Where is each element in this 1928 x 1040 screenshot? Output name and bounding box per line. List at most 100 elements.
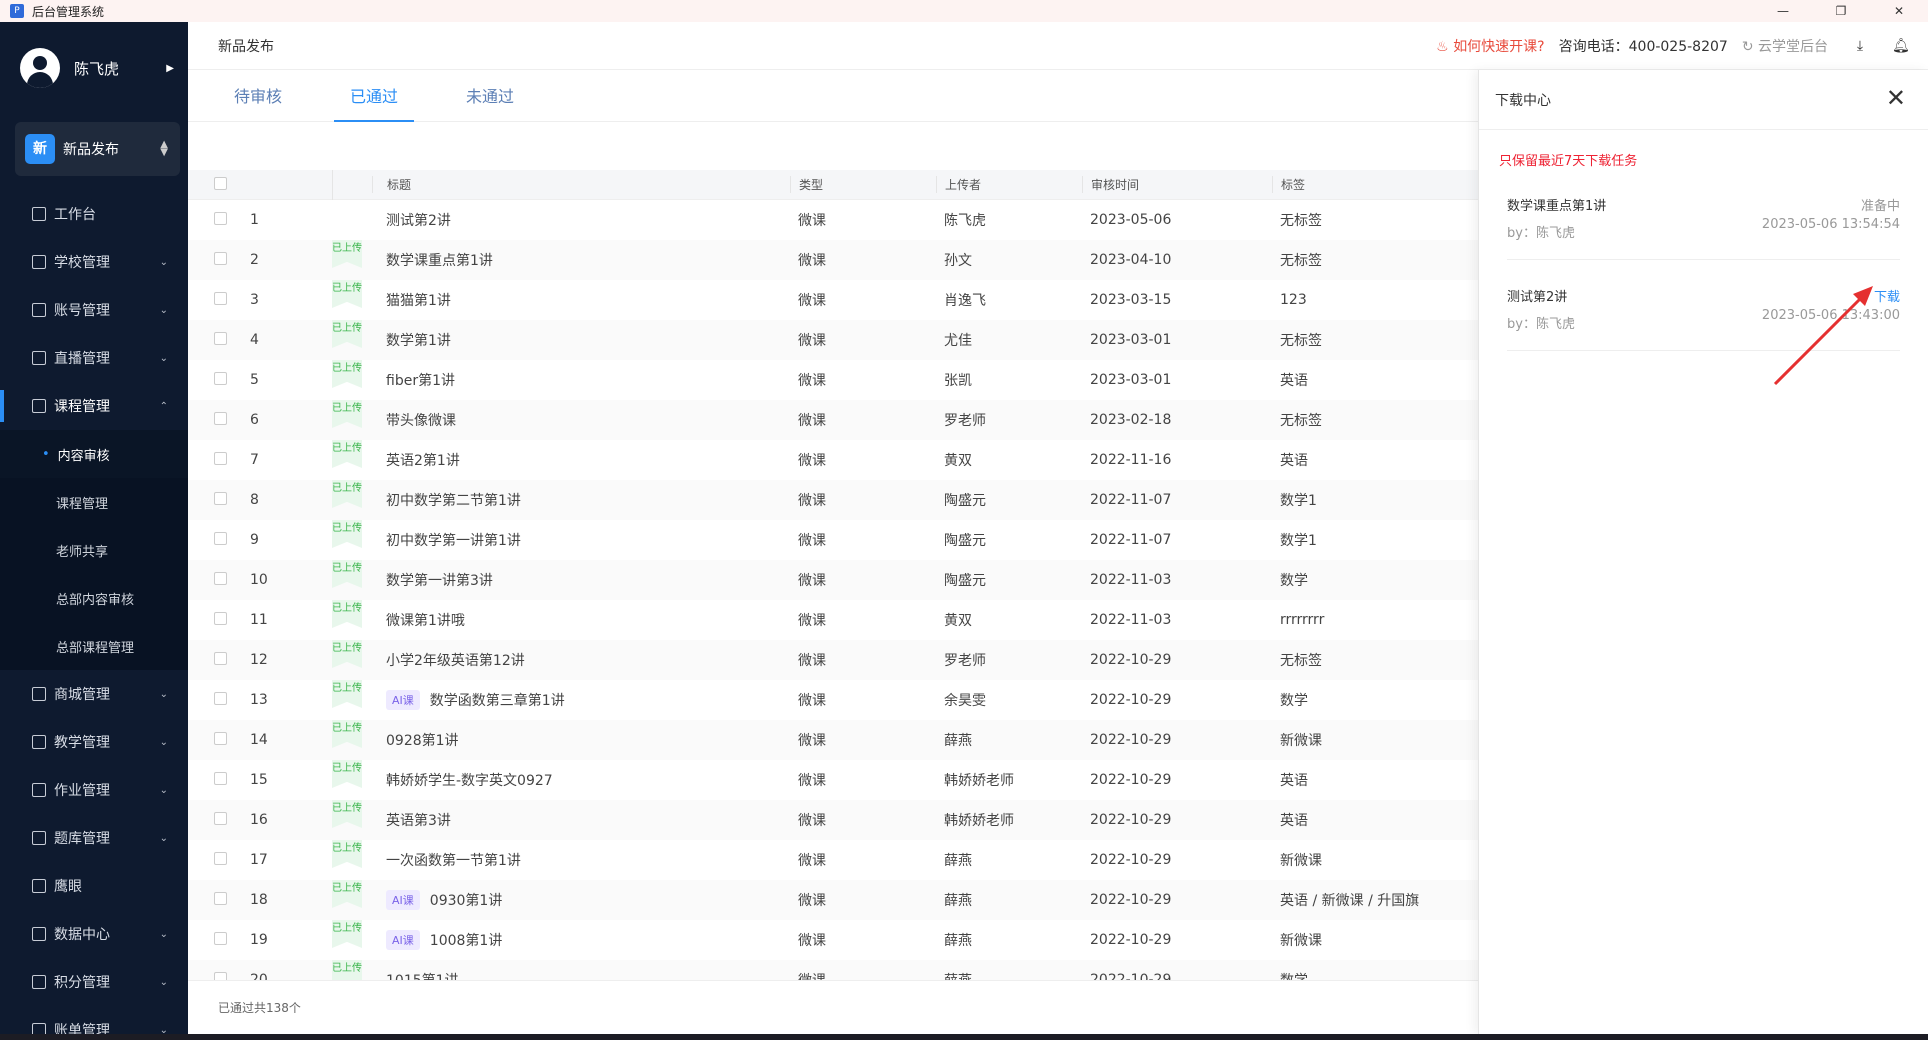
row-tags: 无标签 [1280, 413, 1322, 429]
table-row[interactable]: 20 已上传 1015第1讲 微课薛燕 2022-10-29 数学 [188, 960, 1478, 980]
tab-approved[interactable]: 已通过 [334, 83, 415, 122]
row-checkbox[interactable] [214, 451, 227, 465]
row-title-cell: 猫猫第1讲 [372, 290, 790, 310]
sidebar-item-live[interactable]: 直播管理 ⌄ [0, 334, 188, 382]
close-icon[interactable]: ✕ [1886, 86, 1906, 110]
row-checkbox[interactable] [214, 291, 227, 305]
help-link-label: 如何快速开课? [1453, 39, 1545, 55]
row-title[interactable]: 数学课重点第1讲 [386, 250, 493, 270]
row-checkbox[interactable] [214, 331, 227, 345]
row-title[interactable]: 0930第1讲 [430, 890, 503, 910]
row-checkbox[interactable] [214, 611, 227, 625]
row-title[interactable]: 1008第1讲 [430, 930, 503, 950]
sidebar-item-mall[interactable]: 商城管理 ⌄ [0, 670, 188, 718]
sidebar-item-billing[interactable]: 账单管理 ⌄ [0, 1006, 188, 1034]
sidebar-subitem-teacher-share[interactable]: 老师共享 [0, 526, 188, 574]
row-title[interactable]: 1015第1讲 [386, 970, 459, 980]
row-checkbox[interactable] [214, 731, 227, 745]
row-checkbox[interactable] [214, 691, 227, 705]
sidebar-item-dashboard[interactable]: 工作台 [0, 190, 188, 238]
table-row[interactable]: 13 已上传 AI课 数学函数第三章第1讲 微课 余昊雯 2022-10-29 数学 [188, 680, 1478, 720]
table-row[interactable]: 14 已上传 0928第1讲 微课 薛燕 2022-10-29 新微课 [188, 720, 1478, 760]
sidebar-item-school[interactable]: 学校管理 ⌄ [0, 238, 188, 286]
download-icon[interactable]: ⤓ [1852, 38, 1868, 54]
row-checkbox[interactable] [214, 971, 227, 980]
table-row[interactable]: 9 已上传 初中数学第一讲第1讲 微课 陶盛元 2022-11-07 数学1 [188, 520, 1478, 560]
row-checkbox[interactable] [214, 931, 227, 945]
table-row[interactable]: 10 已上传 数学第一讲第3讲 微课 陶盛元 2022-11-03 数学 [188, 560, 1478, 600]
row-tags: 数学 [1272, 970, 1478, 980]
sidebar-item-eagle-eye[interactable]: 鹰眼 [0, 862, 188, 910]
row-title[interactable]: 韩娇娇学生-数字英文0927 [386, 770, 553, 790]
row-title[interactable]: 数学函数第三章第1讲 [430, 690, 565, 710]
row-title[interactable]: 数学第一讲第3讲 [386, 570, 493, 590]
row-title[interactable]: 0928第1讲 [386, 730, 459, 750]
table-row[interactable]: 1 测试第2讲 微课 陈飞虎 2023-05-06 无标签 [188, 200, 1478, 240]
row-title[interactable]: 英语2第1讲 [386, 450, 460, 470]
row-title[interactable]: 微课第1讲哦 [386, 610, 465, 630]
help-link[interactable]: ♨ 如何快速开课? [1436, 36, 1544, 56]
row-title[interactable]: 测试第2讲 [386, 210, 451, 230]
row-title[interactable]: 初中数学第一讲第1讲 [386, 530, 521, 550]
row-title[interactable]: 猫猫第1讲 [386, 290, 451, 310]
table-row[interactable]: 17 已上传 一次函数第一节第1讲 微课 薛燕 2022-10-29 新微课 [188, 840, 1478, 880]
table-row[interactable]: 16 已上传 英语第3讲 微课 韩娇娇老师 2022-10-29 英语 [188, 800, 1478, 840]
sidebar-item-points[interactable]: 积分管理 ⌄ [0, 958, 188, 1006]
select-all-checkbox[interactable] [214, 176, 227, 190]
row-title[interactable]: 带头像微课 [386, 410, 456, 430]
row-title[interactable]: 数学第1讲 [386, 330, 451, 350]
row-checkbox[interactable] [214, 891, 227, 905]
row-checkbox[interactable] [214, 411, 227, 425]
user-profile[interactable]: 陈飞虎 ▶ [0, 22, 188, 114]
table-row[interactable]: 8 已上传 初中数学第二节第1讲 微课 陶盛元 2022-11-07 数学1 [188, 480, 1478, 520]
sidebar-item-teaching[interactable]: 教学管理 ⌄ [0, 718, 188, 766]
maximize-button[interactable]: ❐ [1812, 0, 1870, 22]
table-row[interactable]: 4 已上传 数学第1讲 微课 尤佳 2023-03-01 无标签 [188, 320, 1478, 360]
table-row[interactable]: 7 已上传 英语2第1讲 微课 黄双 2022-11-16 英语 [188, 440, 1478, 480]
table-row[interactable]: 12 已上传 小学2年级英语第12讲 微课 罗老师 2022-10-29 无标签 [188, 640, 1478, 680]
row-checkbox[interactable] [214, 491, 227, 505]
sidebar-subitem-hq-review[interactable]: 总部内容审核 [0, 574, 188, 622]
minimize-button[interactable]: — [1754, 0, 1812, 22]
row-checkbox[interactable] [214, 211, 227, 225]
sidebar-subitem-hq-courses[interactable]: 总部课程管理 [0, 622, 188, 670]
sidebar-subitem-course-manage[interactable]: 课程管理 [0, 478, 188, 526]
row-checkbox[interactable] [214, 771, 227, 785]
row-review-time: 2022-11-07 [1090, 532, 1172, 548]
row-title[interactable]: 初中数学第二节第1讲 [386, 490, 521, 510]
row-checkbox[interactable] [214, 811, 227, 825]
table-row[interactable]: 5 已上传 fiber第1讲 微课 张凯 2023-03-01 英语 [188, 360, 1478, 400]
close-window-button[interactable]: ✕ [1870, 0, 1928, 22]
row-checkbox[interactable] [214, 251, 227, 265]
row-tags: 无标签 [1280, 253, 1322, 269]
sidebar-item-homework[interactable]: 作业管理 ⌄ [0, 766, 188, 814]
row-checkbox[interactable] [214, 571, 227, 585]
row-title-cell: AI课 数学函数第三章第1讲 [372, 690, 790, 710]
tab-rejected[interactable]: 未通过 [450, 83, 530, 121]
table-row[interactable]: 19 已上传 AI课 1008第1讲 微课 薛燕 2022-10-29 新微课 [188, 920, 1478, 960]
table-row[interactable]: 6 已上传 带头像微课 微课 罗老师 2023-02-18 无标签 [188, 400, 1478, 440]
row-checkbox[interactable] [214, 851, 227, 865]
row-title[interactable]: 一次函数第一节第1讲 [386, 850, 521, 870]
row-checkbox[interactable] [214, 531, 227, 545]
sidebar-subitem-content-review[interactable]: 内容审核 [0, 430, 188, 478]
row-title[interactable]: fiber第1讲 [386, 370, 455, 390]
row-title[interactable]: 小学2年级英语第12讲 [386, 650, 525, 670]
table-row[interactable]: 3 已上传 猫猫第1讲 微课 肖逸飞 2023-03-15 123 [188, 280, 1478, 320]
tab-pending[interactable]: 待审核 [218, 83, 298, 121]
row-checkbox[interactable] [214, 651, 227, 665]
org-switcher[interactable]: 新 新品发布 ▲ ▼ [15, 122, 180, 176]
sidebar-item-data-center[interactable]: 数据中心 ⌄ [0, 910, 188, 958]
sidebar-item-question-bank[interactable]: 题库管理 ⌄ [0, 814, 188, 862]
row-checkbox[interactable] [214, 371, 227, 385]
table-row[interactable]: 15 已上传 韩娇娇学生-数字英文0927 微课 韩娇娇老师 2022-10-29 英语 [188, 760, 1478, 800]
table-row[interactable]: 11 已上传 微课第1讲哦 微课 黄双 2022-11-03 rrrrrrrr [188, 600, 1478, 640]
brand-link-label: 云学堂后台 [1758, 39, 1828, 55]
sidebar-item-accounts[interactable]: 账号管理 ⌄ [0, 286, 188, 334]
row-title[interactable]: 英语第3讲 [386, 810, 451, 830]
brand-link[interactable]: ↻ 云学堂后台 [1742, 36, 1828, 56]
table-row[interactable]: 2 已上传 数学课重点第1讲 微课 孙文 2023-04-10 无标签 [188, 240, 1478, 280]
table-row[interactable]: 18 已上传 AI课 0930第1讲 微课 薛燕 2022-10-29 英语 / 新微课 / … [188, 880, 1478, 920]
bell-icon[interactable]: 🔔︎ [1892, 38, 1910, 54]
sidebar-item-courses[interactable]: 课程管理 ⌃ [0, 382, 188, 430]
